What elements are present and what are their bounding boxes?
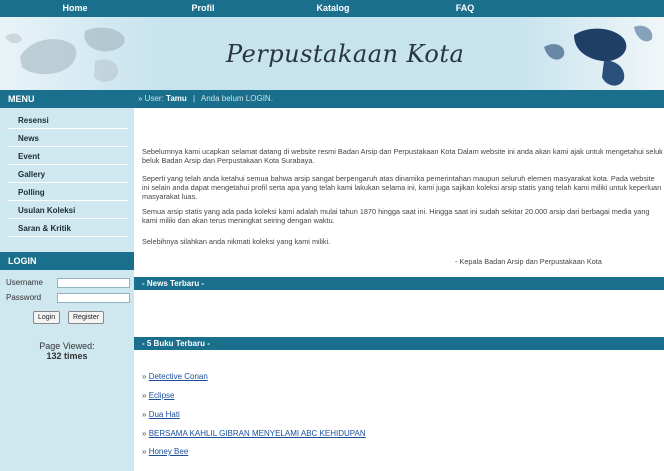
menu-header: MENU [0, 90, 134, 108]
menu-item-resensi[interactable]: Resensi [8, 112, 128, 129]
book-title[interactable]: BERSAMA KAHLIL GIBRAN MENYELAMI ABC KEHI… [149, 429, 366, 438]
site-title: Perpustakaan Kota [226, 40, 465, 68]
bullet-arrow: » [142, 410, 147, 419]
login-header: LOGIN [0, 252, 134, 270]
book-link[interactable]: » Eclipse [142, 391, 174, 400]
nav-home[interactable]: Home [47, 0, 103, 17]
login-status: Anda belum LOGIN. [200, 94, 273, 103]
world-map-icon [0, 17, 165, 90]
user-prefix: » User: [138, 94, 164, 103]
page-viewed-count: 132 times [46, 351, 88, 361]
news-section-header: - News Terbaru - [134, 277, 664, 290]
welcome-paragraph: Selebihnya silahkan anda nikmati koleksi… [142, 237, 331, 246]
main-content: » User: Tamu | Anda belum LOGIN. Sebelum… [134, 90, 664, 471]
menu-item-saran-kritik[interactable]: Saran & Kritik [8, 220, 128, 237]
book-link[interactable]: » BERSAMA KAHLIL GIBRAN MENYELAMI ABC KE… [142, 429, 366, 438]
register-button[interactable]: Register [68, 311, 105, 324]
menu-item-news[interactable]: News [8, 130, 128, 147]
book-link[interactable]: » Honey Bee [142, 447, 188, 456]
menu-item-gallery[interactable]: Gallery [8, 166, 128, 183]
book-link[interactable]: » Dua Hati [142, 410, 180, 419]
book-title[interactable]: Honey Bee [149, 447, 189, 456]
books-section-header: - 5 Buku Terbaru - [134, 337, 664, 350]
user-name: Tamu [166, 94, 187, 103]
user-status-bar: » User: Tamu | Anda belum LOGIN. [134, 90, 664, 108]
menu-item-polling[interactable]: Polling [8, 184, 128, 201]
welcome-paragraph: Sebelumnya kami ucapkan selamat datang d… [142, 147, 663, 165]
book-link[interactable]: » Detective Conan [142, 372, 208, 381]
book-title[interactable]: Detective Conan [149, 372, 208, 381]
welcome-paragraph: Seperti yang telah anda ketahui semua ba… [142, 174, 662, 201]
book-title[interactable]: Dua Hati [149, 410, 180, 419]
welcome-paragraph: Semua arsip statis yang ada pada koleksi… [142, 207, 650, 225]
bullet-arrow: » [142, 372, 147, 381]
bullet-arrow: » [142, 429, 147, 438]
globe-icon [514, 17, 664, 90]
page-viewed-label: Page Viewed: [39, 341, 95, 351]
login-button[interactable]: Login [33, 311, 61, 324]
username-label: Username [6, 278, 43, 287]
username-input[interactable] [57, 278, 130, 288]
menu-item-event[interactable]: Event [8, 148, 128, 165]
bullet-arrow: » [142, 447, 147, 456]
header-banner: Perpustakaan Kota [0, 17, 664, 90]
menu-item-usulan-koleksi[interactable]: Usulan Koleksi [8, 202, 128, 219]
user-separator: | [193, 94, 196, 103]
bullet-arrow: » [142, 391, 147, 400]
page: Home Profil Katalog FAQ Perpustakaan Kot… [0, 0, 664, 471]
password-label: Password [6, 293, 42, 302]
password-input[interactable] [57, 293, 130, 303]
welcome-signature: - Kepala Badan Arsip dan Perpustakaan Ko… [455, 257, 602, 266]
nav-katalog[interactable]: Katalog [305, 0, 361, 17]
nav-faq[interactable]: FAQ [437, 0, 493, 17]
book-title[interactable]: Eclipse [149, 391, 175, 400]
sidebar: MENU Resensi News Event Gallery Polling … [0, 90, 134, 471]
top-navigation: Home Profil Katalog FAQ [0, 0, 664, 17]
nav-profil[interactable]: Profil [175, 0, 231, 17]
